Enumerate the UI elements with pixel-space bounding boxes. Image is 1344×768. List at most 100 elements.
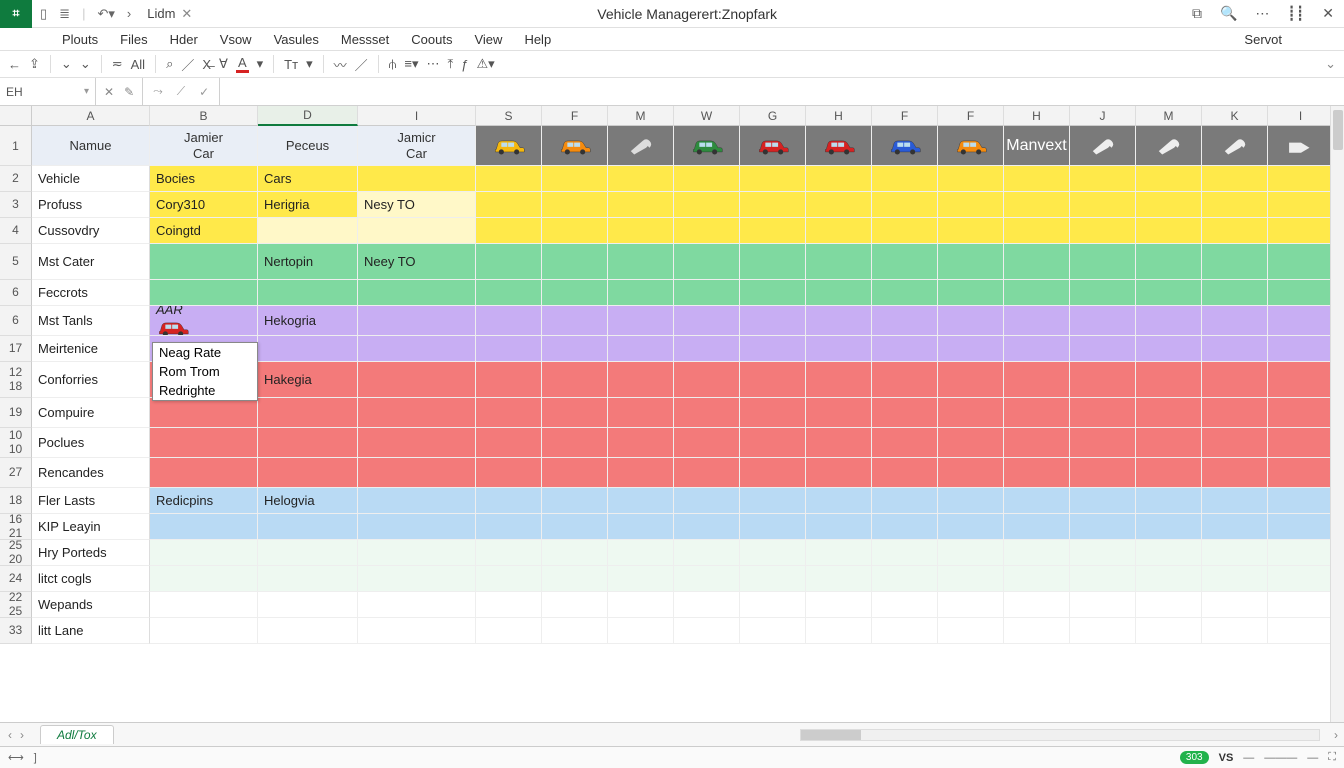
- data-cell[interactable]: [674, 540, 740, 566]
- header-icon-cell[interactable]: [674, 126, 740, 166]
- data-cell[interactable]: [806, 592, 872, 618]
- chev1-icon[interactable]: ▾: [257, 56, 264, 72]
- row-header[interactable]: 22 25: [0, 592, 32, 618]
- data-cell[interactable]: [476, 514, 542, 540]
- app-icon[interactable]: ⌗: [0, 0, 32, 28]
- data-cell[interactable]: [740, 398, 806, 428]
- data-cell[interactable]: [542, 488, 608, 514]
- toolbar-expand-icon[interactable]: ⌄: [1325, 56, 1336, 72]
- row-label-cell[interactable]: Mst Tanls: [32, 306, 150, 336]
- data-cell[interactable]: Helogvia: [258, 488, 358, 514]
- data-cell[interactable]: Nertopin: [258, 244, 358, 280]
- data-cell[interactable]: [358, 566, 476, 592]
- fx-chart3-icon[interactable]: ✓: [199, 85, 209, 99]
- data-cell[interactable]: [674, 428, 740, 458]
- data-cell[interactable]: [1202, 306, 1268, 336]
- data-cell[interactable]: [674, 306, 740, 336]
- data-cell[interactable]: [938, 592, 1004, 618]
- dropdown-opt-0[interactable]: Neag Rate: [153, 343, 257, 362]
- close-tab-icon[interactable]: ✕: [181, 6, 192, 22]
- data-cell[interactable]: [1070, 398, 1136, 428]
- data-cell[interactable]: [1268, 192, 1334, 218]
- header-icon-cell[interactable]: [872, 126, 938, 166]
- data-cell[interactable]: [1268, 540, 1334, 566]
- row-label-cell[interactable]: Compuire: [32, 398, 150, 428]
- data-cell[interactable]: [806, 566, 872, 592]
- data-cell[interactable]: [674, 458, 740, 488]
- data-cell[interactable]: [1136, 306, 1202, 336]
- data-cell[interactable]: [358, 362, 476, 398]
- menu-servot[interactable]: Servot: [1244, 32, 1282, 47]
- header-icon-cell[interactable]: [608, 126, 674, 166]
- data-cell[interactable]: [1136, 618, 1202, 644]
- vertical-scrollbar-thumb[interactable]: [1333, 110, 1343, 150]
- data-cell[interactable]: [872, 514, 938, 540]
- row-label-cell[interactable]: litct cogls: [32, 566, 150, 592]
- data-cell[interactable]: [938, 458, 1004, 488]
- data-cell[interactable]: [358, 618, 476, 644]
- data-cell[interactable]: [872, 428, 938, 458]
- data-cell[interactable]: [1070, 458, 1136, 488]
- data-cell[interactable]: [938, 428, 1004, 458]
- data-cell[interactable]: [872, 540, 938, 566]
- data-cell[interactable]: [1070, 166, 1136, 192]
- row-header[interactable]: 1: [0, 126, 32, 166]
- fx-cancel-icon[interactable]: ✕: [104, 85, 114, 99]
- search-icon[interactable]: 🔍: [1220, 5, 1237, 22]
- data-cell[interactable]: [542, 336, 608, 362]
- data-cell[interactable]: [740, 540, 806, 566]
- data-cell[interactable]: [476, 618, 542, 644]
- data-cell[interactable]: [608, 458, 674, 488]
- row-label-cell[interactable]: KIP Leayin: [32, 514, 150, 540]
- data-cell[interactable]: [938, 618, 1004, 644]
- col-header[interactable]: B: [150, 106, 258, 126]
- row-label-cell[interactable]: Conforries: [32, 362, 150, 398]
- data-cell[interactable]: [938, 566, 1004, 592]
- header-icon-cell[interactable]: [740, 126, 806, 166]
- header-icon-cell[interactable]: [1268, 126, 1334, 166]
- data-cell[interactable]: [1268, 398, 1334, 428]
- menu-view[interactable]: View: [474, 32, 502, 47]
- data-cell[interactable]: [1202, 280, 1268, 306]
- data-cell[interactable]: [542, 566, 608, 592]
- data-cell[interactable]: [358, 488, 476, 514]
- data-cell[interactable]: [872, 458, 938, 488]
- vertical-scrollbar[interactable]: [1330, 106, 1344, 722]
- col-header[interactable]: K: [1202, 106, 1268, 126]
- data-cell[interactable]: [1136, 362, 1202, 398]
- data-cell[interactable]: [542, 244, 608, 280]
- data-cell[interactable]: [476, 280, 542, 306]
- data-cell[interactable]: [476, 428, 542, 458]
- data-cell[interactable]: Herigria: [258, 192, 358, 218]
- data-cell[interactable]: [1004, 488, 1070, 514]
- col-header[interactable]: W: [674, 106, 740, 126]
- data-cell[interactable]: [358, 166, 476, 192]
- data-cell[interactable]: [1202, 192, 1268, 218]
- data-cell[interactable]: [476, 192, 542, 218]
- data-cell[interactable]: [542, 540, 608, 566]
- warn-icon[interactable]: ⚠▾: [476, 56, 494, 72]
- name-box[interactable]: EH ▾: [0, 78, 96, 105]
- data-cell[interactable]: [806, 336, 872, 362]
- col-header[interactable]: M: [608, 106, 674, 126]
- data-cell[interactable]: [1004, 306, 1070, 336]
- data-cell[interactable]: [1202, 244, 1268, 280]
- data-cell[interactable]: [1070, 218, 1136, 244]
- status-badge[interactable]: 303: [1180, 751, 1209, 764]
- panel-icon[interactable]: ▯: [40, 6, 47, 22]
- data-cell[interactable]: [872, 488, 938, 514]
- data-cell[interactable]: [1004, 618, 1070, 644]
- sheet-nav-next-icon[interactable]: ›: [20, 728, 24, 742]
- data-cell[interactable]: [1070, 618, 1136, 644]
- row-header[interactable]: 19: [0, 398, 32, 428]
- data-cell[interactable]: [740, 428, 806, 458]
- data-cell[interactable]: [476, 398, 542, 428]
- horizontal-scrollbar-thumb[interactable]: [801, 730, 861, 740]
- data-cell[interactable]: [1202, 218, 1268, 244]
- data-cell[interactable]: [358, 218, 476, 244]
- data-cell[interactable]: [674, 592, 740, 618]
- data-cell[interactable]: [1004, 458, 1070, 488]
- data-cell[interactable]: [806, 306, 872, 336]
- data-cell[interactable]: [1202, 488, 1268, 514]
- sheet-tab[interactable]: Adl/Tox: [40, 725, 114, 744]
